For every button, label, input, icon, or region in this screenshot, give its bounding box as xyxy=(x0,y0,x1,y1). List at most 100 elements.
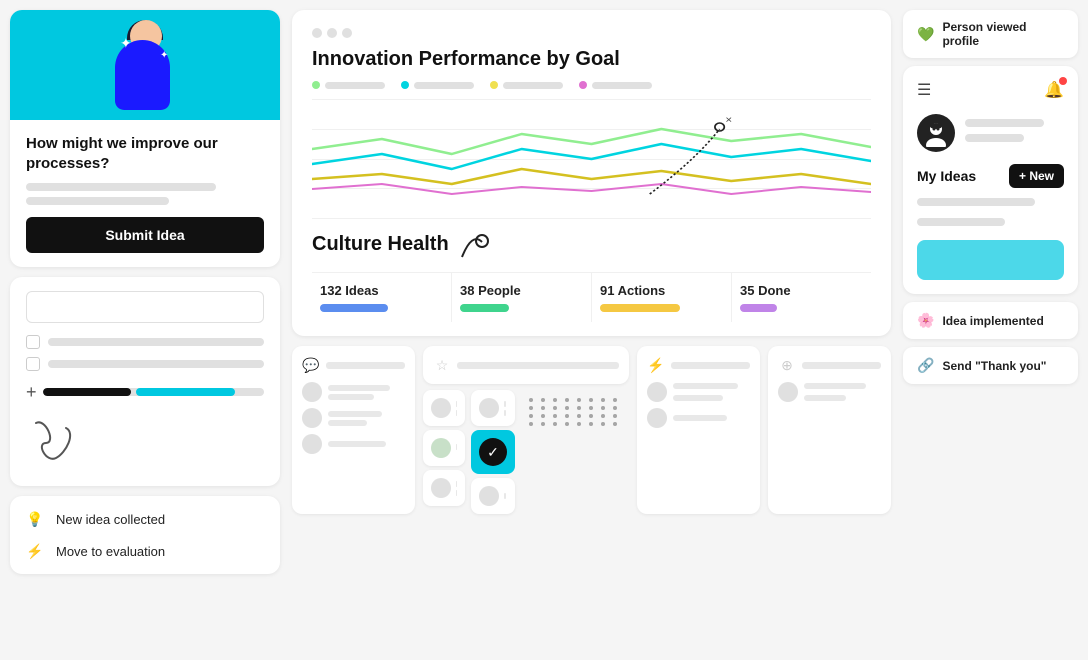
placeholder-line-2 xyxy=(26,197,169,205)
dp-25 xyxy=(529,422,533,426)
center-panel: Innovation Performance by Goal xyxy=(292,10,891,514)
dp-26 xyxy=(541,422,545,426)
dot-3 xyxy=(342,28,352,38)
stat-people-label: 38 People xyxy=(460,283,583,298)
check-row-1 xyxy=(26,335,264,349)
person-viewed-notif: 💚 Person viewed profile xyxy=(903,10,1078,58)
new-button[interactable]: + New xyxy=(1009,164,1064,188)
dp-20 xyxy=(565,414,569,418)
submit-idea-button[interactable]: Submit Idea xyxy=(26,217,264,253)
progress-track xyxy=(43,388,264,396)
text-line-1a xyxy=(328,385,390,391)
kanban-line-6 xyxy=(504,401,506,407)
squiggle-area xyxy=(26,409,264,472)
kanban-col-2: ✓ xyxy=(471,390,515,514)
stat-actions-bar xyxy=(600,304,680,312)
text-lines-3 xyxy=(328,441,405,447)
dot-1 xyxy=(312,28,322,38)
p-line-2 xyxy=(804,395,846,401)
chart-svg: × xyxy=(312,99,871,219)
idea-implemented-notif: 🌸 Idea implemented xyxy=(903,302,1078,339)
dp-3 xyxy=(553,398,557,402)
thankyou-icon: 🔗 xyxy=(917,357,934,374)
mini-card-plus: ⊕ xyxy=(768,346,891,514)
checkbox-1[interactable] xyxy=(26,335,40,349)
left-panel: ✦ ✦ How might we improve our processes? … xyxy=(10,10,280,574)
progress-section: + xyxy=(26,383,264,401)
lightning-text-1 xyxy=(673,383,750,401)
idea-submission-card: ✦ ✦ How might we improve our processes? … xyxy=(10,10,280,267)
stat-done-bar xyxy=(740,304,777,312)
star-icon-2: ✦ xyxy=(160,50,168,61)
kanban-card-cyan: ✓ xyxy=(471,430,515,474)
bulb-icon: 💡 xyxy=(24,508,46,530)
dp-6 xyxy=(589,398,593,402)
legend-label-4 xyxy=(592,82,652,89)
dp-23 xyxy=(601,414,605,418)
dots-pattern xyxy=(521,390,629,434)
plus-item-1 xyxy=(778,382,881,402)
kanban-card-1c xyxy=(423,470,465,506)
profile-info xyxy=(917,114,1064,152)
text-line-1b xyxy=(328,394,374,400)
dp-30 xyxy=(589,422,593,426)
stat-actions-label: 91 Actions xyxy=(600,283,723,298)
legend-dot-2 xyxy=(401,81,409,89)
plus-icon[interactable]: + xyxy=(26,383,37,401)
heart-icon: 💚 xyxy=(917,26,934,43)
dp-13 xyxy=(577,406,581,410)
check-label-1 xyxy=(48,338,264,346)
legend-item-2 xyxy=(401,81,474,89)
idea-implemented-text: Idea implemented xyxy=(942,314,1043,328)
mini-list-item-2 xyxy=(302,408,405,428)
text-line-3a xyxy=(328,441,386,447)
avatar-circle xyxy=(917,114,955,152)
check-circle: ✓ xyxy=(479,438,507,466)
plus-circle-icon: ⊕ xyxy=(778,356,796,374)
new-idea-notif-row: 💡 New idea collected xyxy=(24,508,266,530)
svg-text:×: × xyxy=(725,115,732,126)
mini-bar-1 xyxy=(326,362,405,369)
dp-28 xyxy=(565,422,569,426)
legend-dot-3 xyxy=(490,81,498,89)
star-icon: ☆ xyxy=(433,356,451,374)
legend-label-1 xyxy=(325,82,385,89)
mini-card-plus-header: ⊕ xyxy=(778,356,881,374)
progress-fill-cyan xyxy=(136,388,236,396)
profile-card-lines xyxy=(917,198,1064,232)
dp-7 xyxy=(601,398,605,402)
window-dots xyxy=(312,28,871,38)
kanban-line-1 xyxy=(456,401,457,407)
stat-actions: 91 Actions xyxy=(592,273,732,322)
kanban-card-2c xyxy=(471,478,515,514)
lightning-icon-mini: ⚡ xyxy=(647,356,665,374)
input-field-mock[interactable] xyxy=(26,291,264,323)
dp-8 xyxy=(613,398,617,402)
dot-2 xyxy=(327,28,337,38)
illustration-figure: ✦ ✦ xyxy=(105,20,185,110)
stat-done: 35 Done xyxy=(732,273,871,322)
squiggle-svg xyxy=(26,413,86,468)
dp-15 xyxy=(601,406,605,410)
cyan-block xyxy=(917,240,1064,280)
dp-17 xyxy=(529,414,533,418)
card-idea-title: How might we improve our processes? xyxy=(26,134,264,173)
hamburger-icon[interactable]: ☰ xyxy=(917,80,931,100)
avatar-3 xyxy=(302,434,322,454)
l-line-1 xyxy=(673,383,738,389)
checkbox-2[interactable] xyxy=(26,357,40,371)
lightning-item-1 xyxy=(647,382,750,402)
legend-label-2 xyxy=(414,82,474,89)
new-idea-label: New idea collected xyxy=(56,512,165,527)
lightning-item-2 xyxy=(647,408,750,428)
dp-9 xyxy=(529,406,533,410)
dp-12 xyxy=(565,406,569,410)
dp-5 xyxy=(577,398,581,402)
dp-11 xyxy=(553,406,557,410)
dp-24 xyxy=(613,414,617,418)
kanban-avatar-3 xyxy=(431,478,451,498)
check-label-2 xyxy=(48,360,264,368)
stat-people: 38 People xyxy=(452,273,592,322)
legend-item-1 xyxy=(312,81,385,89)
kanban-area: ✓ xyxy=(423,390,629,514)
